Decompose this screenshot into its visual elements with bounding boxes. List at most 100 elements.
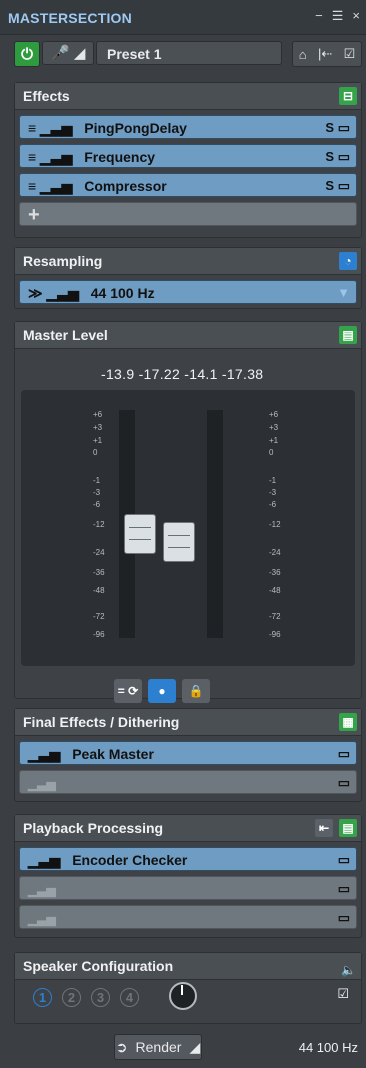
load-icon[interactable]: ⌂ bbox=[299, 47, 307, 62]
top-right-controls: ⌂ |⇠ ☑ bbox=[292, 41, 362, 67]
playback-effect-name: Encoder Checker bbox=[72, 852, 188, 868]
effect-name: Frequency bbox=[84, 149, 156, 165]
add-effect-slot[interactable]: + bbox=[19, 202, 357, 226]
final-slot-1[interactable]: ▁▃▅ Peak Master ▭ bbox=[19, 741, 357, 765]
level-controls: = ⟳ ● 🔒 bbox=[114, 679, 210, 703]
playback-slot-1[interactable]: ▁▃▅ Encoder Checker ▭ bbox=[19, 847, 357, 871]
scale-label: -72 bbox=[93, 612, 105, 621]
dropdown-icon: ▼ bbox=[337, 285, 350, 300]
speaker-number-2[interactable]: 2 bbox=[62, 988, 81, 1007]
effect-slot-3[interactable]: ≡ ▁▃▅ Compressor S ▭ bbox=[19, 173, 357, 197]
final-effects-title: Final Effects / Dithering bbox=[23, 714, 180, 730]
resampling-title: Resampling bbox=[23, 253, 103, 269]
speaker-title: Speaker Configuration bbox=[23, 958, 174, 974]
list-icon[interactable]: ☰ bbox=[332, 8, 344, 24]
effect-slot-2[interactable]: ≡ ▁▃▅ Frequency S ▭ bbox=[19, 144, 357, 168]
close-icon[interactable]: × bbox=[352, 8, 360, 24]
link-icon[interactable]: = ⟳ bbox=[114, 679, 142, 703]
save-icon[interactable]: |⇠ bbox=[318, 46, 332, 62]
slot-handle-icon: ≡ ▁▃▅ bbox=[28, 178, 73, 194]
slot-controls-icon: ▭ bbox=[337, 746, 350, 761]
minimize-icon[interactable]: − bbox=[315, 8, 323, 24]
speaker-config-section: Speaker Configuration 🔈 1 2 3 4 ☑ bbox=[14, 952, 362, 1024]
playback-exit-icon[interactable]: ⇤ bbox=[315, 819, 333, 837]
scale-label: -3 bbox=[269, 488, 277, 497]
scale-label: -48 bbox=[269, 586, 281, 595]
scale-label: 0 bbox=[269, 448, 274, 457]
power-icon[interactable]: ⏻ bbox=[14, 41, 40, 67]
speaker-check-icon[interactable]: ☑ bbox=[337, 986, 349, 1002]
speaker-icon[interactable]: 🔈 bbox=[341, 957, 356, 983]
mic-icon[interactable]: 🎤 ◢ bbox=[42, 41, 94, 65]
title-icons: − ☰ × bbox=[315, 8, 360, 24]
sample-rate: 44 100 Hz bbox=[298, 1040, 358, 1055]
slot-controls-icon: ▭ bbox=[337, 910, 350, 925]
scale-label: +6 bbox=[269, 410, 279, 419]
resampling-handle-icon: ≫ ▁▃▅ bbox=[28, 285, 79, 301]
slot-handle-icon: ▁▃▅ bbox=[28, 746, 61, 762]
lock-icon[interactable]: 🔒 bbox=[182, 679, 210, 703]
scale-label: -72 bbox=[269, 612, 281, 621]
master-level-title: Master Level bbox=[23, 327, 108, 343]
effect-slot-1[interactable]: ≡ ▁▃▅ PingPongDelay S ▭ bbox=[19, 115, 357, 139]
speaker-header: Speaker Configuration 🔈 bbox=[15, 953, 361, 980]
check-icon[interactable]: ☑ bbox=[344, 46, 356, 62]
playback-header: Playback Processing ⇤ ▤ bbox=[15, 815, 361, 842]
level-readout: -13.9 -17.22 -14.1 -17.38 bbox=[101, 366, 264, 382]
scale-label: -6 bbox=[93, 500, 101, 509]
speaker-number-1[interactable]: 1 bbox=[33, 988, 52, 1007]
master-level-header: Master Level ▤ bbox=[15, 322, 361, 349]
effects-title: Effects bbox=[23, 88, 70, 104]
scale-label: -48 bbox=[93, 586, 105, 595]
slot-controls-icon: S ▭ bbox=[325, 178, 350, 193]
scale-label: +6 bbox=[93, 410, 103, 419]
scale-label: 0 bbox=[93, 448, 98, 457]
right-meter-bar bbox=[207, 410, 223, 638]
scale-label: -36 bbox=[93, 568, 105, 577]
master-level-icon[interactable]: ▤ bbox=[339, 326, 357, 344]
scale-label: +3 bbox=[93, 423, 103, 432]
right-fader[interactable] bbox=[163, 522, 195, 562]
master-level-section: Master Level ▤ -13.9 -17.22 -14.1 -17.38… bbox=[14, 321, 362, 703]
slot-controls-icon: S ▭ bbox=[325, 149, 350, 164]
resampling-header: Resampling ◔ bbox=[15, 248, 361, 275]
effects-header: Effects ⊟ bbox=[15, 83, 361, 110]
speaker-knob[interactable] bbox=[169, 982, 197, 1010]
resampling-value: 44 100 Hz bbox=[90, 285, 155, 301]
slot-handle-icon: ▁▃▅ bbox=[28, 777, 56, 791]
effect-name: PingPongDelay bbox=[84, 120, 187, 136]
resampling-icon[interactable]: ◔ bbox=[339, 252, 357, 270]
effects-icon[interactable]: ⊟ bbox=[339, 87, 357, 105]
effects-section: Effects ⊟ ≡ ▁▃▅ PingPongDelay S ▭ ≡ ▁▃▅ … bbox=[14, 82, 362, 238]
playback-section: Playback Processing ⇤ ▤ ▁▃▅ Encoder Chec… bbox=[14, 814, 362, 938]
scale-label: -6 bbox=[269, 500, 277, 509]
speaker-number-4[interactable]: 4 bbox=[120, 988, 139, 1007]
playback-slot-2[interactable]: ▁▃▅ ▭ bbox=[19, 876, 357, 900]
render-label: Render bbox=[135, 1039, 182, 1055]
scale-label: +3 bbox=[269, 423, 279, 432]
resampling-slot[interactable]: ≫ ▁▃▅ 44 100 Hz ▼ bbox=[19, 280, 357, 304]
footer: ➲ Render ◢ 44 100 Hz bbox=[0, 1026, 366, 1068]
slot-controls-icon: ▭ bbox=[337, 775, 350, 790]
speaker-numbers: 1 2 3 4 bbox=[33, 988, 139, 1007]
playback-icon[interactable]: ▤ bbox=[339, 819, 357, 837]
slot-handle-icon: ≡ ▁▃▅ bbox=[28, 120, 73, 136]
left-fader[interactable] bbox=[124, 514, 156, 554]
render-button[interactable]: ➲ Render ◢ bbox=[114, 1034, 202, 1060]
final-effects-header: Final Effects / Dithering ▦ bbox=[15, 709, 361, 736]
speaker-number-3[interactable]: 3 bbox=[91, 988, 110, 1007]
mono-icon[interactable]: ● bbox=[148, 679, 176, 703]
render-dropdown-icon: ◢ bbox=[189, 1038, 201, 1055]
scale-label: -1 bbox=[269, 476, 277, 485]
scale-label: -3 bbox=[93, 488, 101, 497]
playback-slot-3[interactable]: ▁▃▅ ▭ bbox=[19, 905, 357, 929]
preset-field[interactable]: Preset 1 bbox=[96, 41, 282, 65]
scale-label: +1 bbox=[93, 436, 103, 445]
scale-label: +1 bbox=[269, 436, 279, 445]
playback-title: Playback Processing bbox=[23, 820, 164, 836]
scale-label: -36 bbox=[269, 568, 281, 577]
final-slot-2[interactable]: ▁▃▅ ▭ bbox=[19, 770, 357, 794]
render-icon: ➲ bbox=[115, 1038, 128, 1055]
effect-name: Compressor bbox=[84, 178, 167, 194]
final-effects-icon[interactable]: ▦ bbox=[339, 713, 357, 731]
